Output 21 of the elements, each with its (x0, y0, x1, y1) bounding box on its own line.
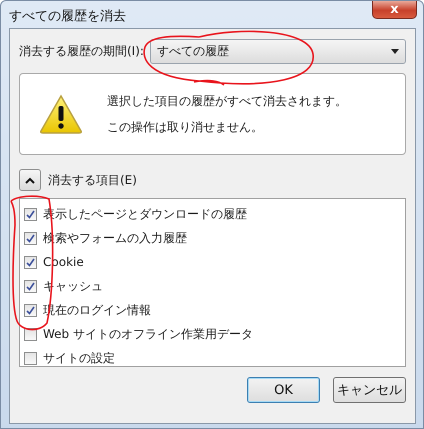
checkbox[interactable] (24, 304, 37, 316)
checkbox[interactable] (24, 280, 37, 292)
range-label: 消去する履歴の期間(I): (19, 43, 144, 60)
window-title: すべての履歴を消去 (9, 8, 126, 25)
warning-text: この操作は取り消せません。 (107, 118, 264, 136)
cancel-button[interactable]: キャンセル (333, 377, 406, 403)
checkbox-label[interactable]: Web サイトのオフライン作業用データ (43, 326, 253, 342)
checkbox[interactable] (24, 352, 37, 364)
chevron-icon (25, 176, 35, 184)
checkbox-label[interactable]: サイトの設定 (43, 350, 115, 366)
ok-button[interactable]: OK (247, 377, 320, 403)
checkbox[interactable] (24, 256, 37, 268)
close-button[interactable]: x (372, 1, 417, 19)
warning-icon (39, 94, 83, 134)
checkbox[interactable] (24, 208, 37, 220)
checkbox[interactable] (24, 232, 37, 244)
warning-text: 選択した項目の履歴がすべて消去されます。 (107, 92, 347, 110)
caret-icon (391, 49, 399, 54)
range-dropdown[interactable]: すべての履歴 (150, 39, 406, 64)
expand-toggle[interactable] (19, 169, 41, 191)
section-label: 消去する項目(E) (48, 172, 137, 188)
